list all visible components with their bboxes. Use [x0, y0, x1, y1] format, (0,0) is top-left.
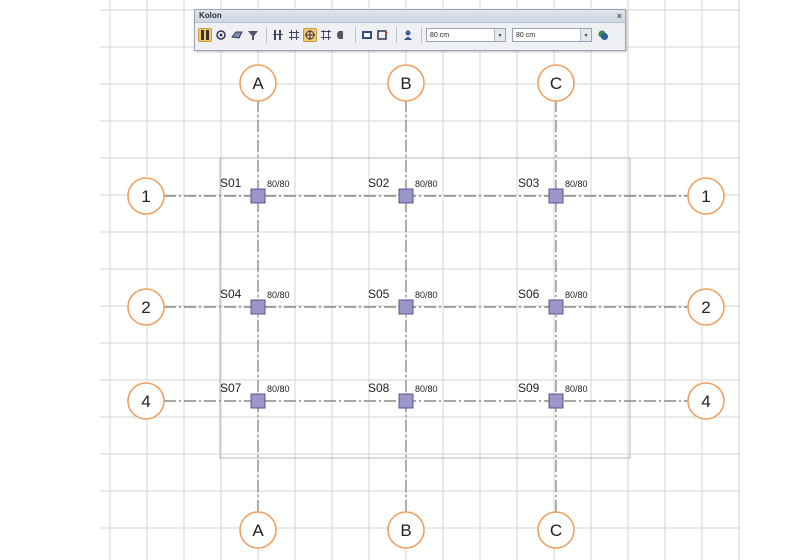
width-combo[interactable]: 80 cm ▾	[426, 28, 506, 42]
axis-2-right-label: 2	[701, 298, 710, 317]
column-size-label: 80/80	[267, 384, 290, 394]
column-name-label: S07	[220, 381, 242, 395]
align-bottom-icon[interactable]	[319, 28, 333, 42]
align-center-icon[interactable]	[303, 28, 317, 42]
building-outline	[219, 157, 631, 459]
toolbar-separator	[396, 27, 397, 43]
drawing-canvas[interactable]: A A B B C C 1 1 2 2 4 4 S01 80/80 S02 80/80 S03 80/80 S04 8…	[0, 0, 800, 560]
column-s02[interactable]	[398, 188, 414, 204]
column-name-label: S03	[518, 176, 540, 190]
column-s01[interactable]	[250, 188, 266, 204]
column-size-label: 80/80	[565, 179, 588, 189]
align-middle-icon[interactable]	[287, 28, 301, 42]
toolbar-separator	[266, 27, 267, 43]
column-name-label: S04	[220, 287, 242, 301]
user-icon[interactable]	[401, 28, 415, 42]
align-top-icon[interactable]	[271, 28, 285, 42]
toolbar-title-bar[interactable]: Kolon ×	[195, 10, 625, 23]
axis-b-top-label: B	[400, 74, 411, 93]
width-value: 80 cm	[430, 31, 450, 39]
axis-a-top-label: A	[252, 74, 264, 93]
chevron-down-icon[interactable]: ▾	[580, 29, 591, 41]
axis-1-left-label: 1	[141, 187, 150, 206]
depth-value: 80 cm	[516, 31, 536, 39]
toolbar-separator	[421, 27, 422, 43]
column-s06[interactable]	[548, 299, 564, 315]
column-size-label: 80/80	[267, 290, 290, 300]
kolon-toolbar: Kolon × 80 cm ▾ 80 cm ▾	[194, 9, 626, 51]
depth-combo[interactable]: 80 cm ▾	[512, 28, 592, 42]
axis-c-top-label: C	[550, 74, 562, 93]
axis-1-right-label: 1	[701, 187, 710, 206]
funnel-column-icon[interactable]	[246, 28, 260, 42]
chevron-down-icon[interactable]: ▾	[494, 29, 505, 41]
column-name-label: S05	[368, 287, 390, 301]
align-edge-icon[interactable]	[335, 28, 349, 42]
toolbar-row: 80 cm ▾ 80 cm ▾	[195, 23, 625, 47]
axis-b-bottom-label: B	[400, 521, 411, 540]
rectangle-icon[interactable]	[360, 28, 374, 42]
toolbar-separator	[355, 27, 356, 43]
column-name-label: S09	[518, 381, 540, 395]
rotate-icon[interactable]	[376, 28, 390, 42]
column-s03[interactable]	[548, 188, 564, 204]
axis-4-right-label: 4	[701, 392, 710, 411]
column-s04[interactable]	[250, 299, 266, 315]
toolbar-title: Kolon	[199, 11, 222, 20]
axis-2-left-label: 2	[141, 298, 150, 317]
column-size-label: 80/80	[267, 179, 290, 189]
circle-column-icon[interactable]	[214, 28, 228, 42]
column-s08[interactable]	[398, 393, 414, 409]
axis-a-bottom-label: A	[252, 521, 264, 540]
column-size-label: 80/80	[415, 179, 438, 189]
layers-icon[interactable]	[596, 28, 610, 42]
drawing-svg[interactable]: A A B B C C 1 1 2 2 4 4 S01 80/80 S02 80/80 S03 80/80 S04 8…	[0, 0, 800, 560]
toolbar-tools	[198, 27, 417, 43]
column-size-label: 80/80	[565, 384, 588, 394]
column-s07[interactable]	[250, 393, 266, 409]
column-name-label: S02	[368, 176, 390, 190]
axis-c-bottom-label: C	[550, 521, 562, 540]
column-name-label: S08	[368, 381, 390, 395]
axis-4-left-label: 4	[141, 392, 150, 411]
column-size-label: 80/80	[415, 290, 438, 300]
column-s05[interactable]	[398, 299, 414, 315]
column-size-label: 80/80	[565, 290, 588, 300]
column-name-label: S01	[220, 176, 242, 190]
column-s09[interactable]	[548, 393, 564, 409]
column-name-label: S06	[518, 287, 540, 301]
column-size-label: 80/80	[415, 384, 438, 394]
column-select-icon[interactable]	[198, 28, 212, 42]
close-icon[interactable]: ×	[617, 10, 622, 22]
polygon-column-icon[interactable]	[230, 28, 244, 42]
